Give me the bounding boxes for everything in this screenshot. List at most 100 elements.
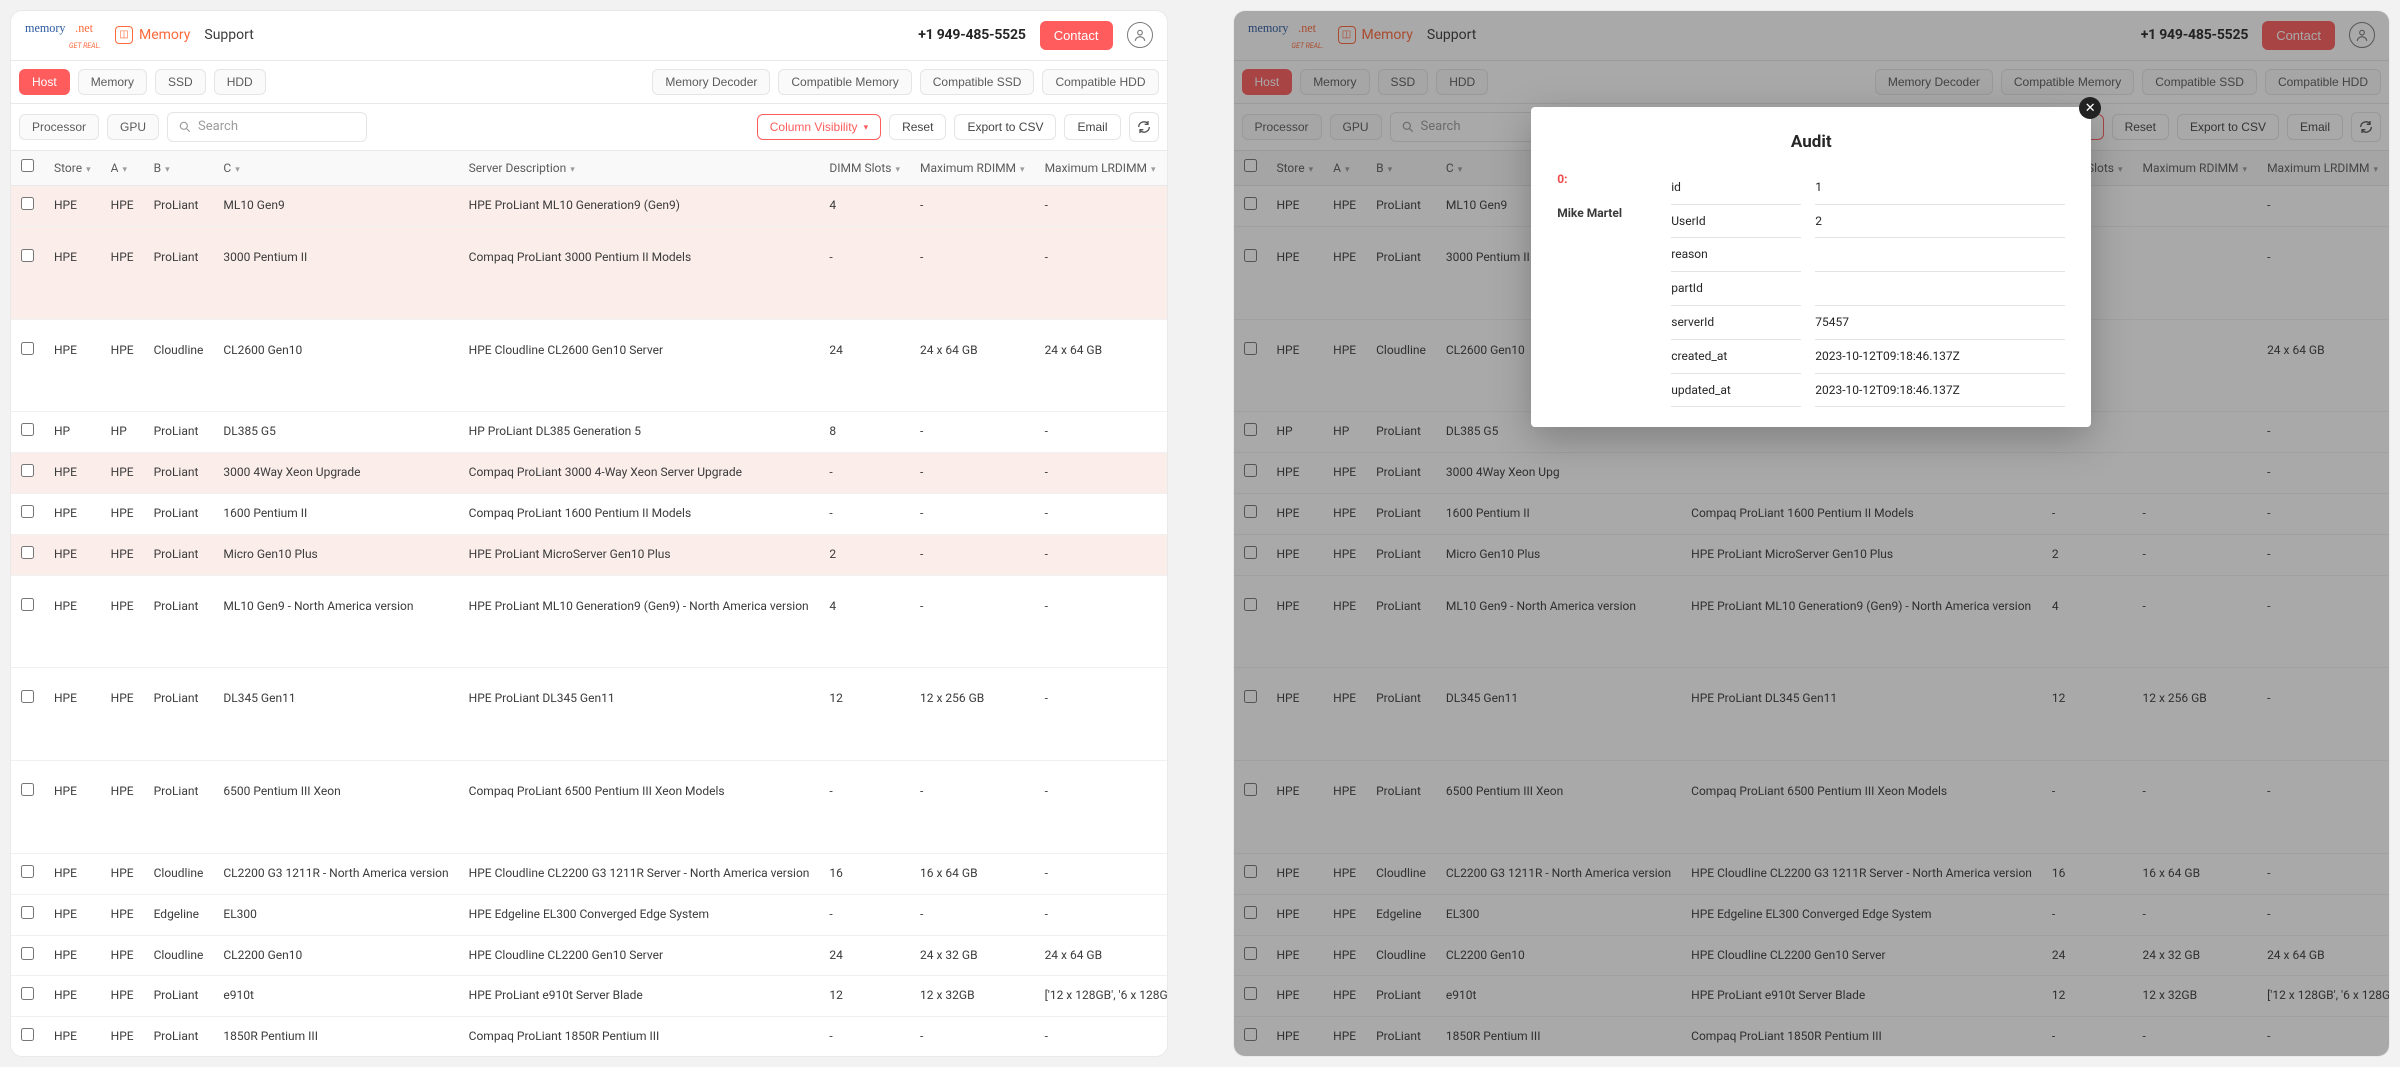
refresh-button[interactable] <box>1129 112 1159 142</box>
col-maximum-lrdimm[interactable]: Maximum LRDIMM <box>1035 151 1167 186</box>
col-maximum-rdimm[interactable]: Maximum RDIMM <box>910 151 1035 186</box>
tab-compatible-memory[interactable]: Compatible Memory <box>778 69 911 95</box>
table-row[interactable]: HPEHPEProLiant3000 Pentium IICompaq ProL… <box>11 227 1167 320</box>
column-visibility-button[interactable]: Column Visibility▾ <box>757 114 881 140</box>
category-toolbar: Host Memory SSD HDD Memory Decoder Compatibl… <box>11 61 1167 104</box>
table-row[interactable]: HPEHPECloudlineCL2200 G3 1211R - North A… <box>11 854 1167 895</box>
tab-memory-decoder[interactable]: Memory Decoder <box>652 69 770 95</box>
contact-button[interactable]: Contact <box>1040 21 1113 50</box>
tab-memory[interactable]: Memory <box>78 69 147 95</box>
refresh-icon <box>1136 119 1152 135</box>
audit-key: UserId <box>1671 205 1801 239</box>
row-checkbox[interactable] <box>21 546 34 559</box>
table-row[interactable]: HPEHPEProLiant1850R Pentium IIICompaq Pr… <box>11 1017 1167 1056</box>
cell-a: HPE <box>101 895 144 936</box>
cell-lr: ['12 x 128GB', '6 x 128GB', '12 x 64GB <box>1035 976 1167 1017</box>
row-checkbox[interactable] <box>21 598 34 611</box>
data-table[interactable]: StoreABCServer DescriptionDIMM SlotsMaxi… <box>11 151 1167 1056</box>
chevron-down-icon: ▾ <box>864 122 869 133</box>
cell-slots: - <box>819 1017 910 1056</box>
audit-modal: ✕ Audit 0:id1Mike MartelUserId2reasonpar… <box>1531 107 2091 427</box>
row-checkbox[interactable] <box>21 947 34 960</box>
cell-s: HPE <box>44 494 101 535</box>
col-b[interactable]: B <box>144 151 214 186</box>
cell-s: HPE <box>44 227 101 320</box>
table-row[interactable]: HPHPProLiantDL385 G5HP ProLiant DL385 Ge… <box>11 412 1167 453</box>
nav-memory[interactable]: ◫ Memory <box>115 26 190 46</box>
cell-slots: - <box>819 761 910 854</box>
cell-b: Cloudline <box>144 320 214 413</box>
cell-slots: - <box>819 453 910 494</box>
cell-desc: HPE ProLiant MicroServer Gen10 Plus <box>459 535 820 576</box>
row-checkbox[interactable] <box>21 865 34 878</box>
cell-slots: 8 <box>819 412 910 453</box>
cell-b: ProLiant <box>144 976 214 1017</box>
cell-b: Cloudline <box>144 854 214 895</box>
audit-key-values: 0:id1Mike MartelUserId2reasonpartIdserve… <box>1557 171 2065 408</box>
cell-c: 1850R Pentium III <box>213 1017 458 1056</box>
cell-a: HPE <box>101 227 144 320</box>
row-checkbox[interactable] <box>21 1028 34 1041</box>
cell-desc: HPE ProLiant ML10 Generation9 (Gen9) - N… <box>459 576 820 669</box>
cell-b: ProLiant <box>144 761 214 854</box>
cell-slots: 24 <box>819 936 910 977</box>
cell-rd: 24 x 64 GB <box>910 320 1035 413</box>
table-row[interactable]: HPEHPEProLiant6500 Pentium III XeonCompa… <box>11 761 1167 854</box>
table-row[interactable]: HPEHPEProLiant1600 Pentium IICompaq ProL… <box>11 494 1167 535</box>
cell-a: HPE <box>101 453 144 494</box>
nav-support[interactable]: Support <box>204 26 253 46</box>
cell-b: ProLiant <box>144 227 214 320</box>
table-row[interactable]: HPEHPEProLiante910tHPE ProLiant e910t Se… <box>11 976 1167 1017</box>
tab-processor[interactable]: Processor <box>19 114 99 140</box>
table-row[interactable]: HPEHPEProLiant3000 4Way Xeon UpgradeComp… <box>11 453 1167 494</box>
col-dimm-slots[interactable]: DIMM Slots <box>819 151 910 186</box>
cell-s: HPE <box>44 854 101 895</box>
tab-compatible-hdd[interactable]: Compatible HDD <box>1042 69 1158 95</box>
table-row[interactable]: HPEHPEProLiantML10 Gen9 - North America … <box>11 576 1167 669</box>
row-checkbox[interactable] <box>21 342 34 355</box>
search-input[interactable]: Search <box>167 112 367 142</box>
col-server-description[interactable]: Server Description <box>459 151 820 186</box>
email-button[interactable]: Email <box>1064 114 1120 140</box>
select-all-checkbox[interactable] <box>21 159 34 172</box>
cell-a: HPE <box>101 535 144 576</box>
tab-ssd[interactable]: SSD <box>155 69 206 95</box>
table-row[interactable]: HPEHPEProLiantDL345 Gen11HPE ProLiant DL… <box>11 668 1167 761</box>
row-checkbox[interactable] <box>21 197 34 210</box>
modal-scrim[interactable]: ✕ Audit 0:id1Mike MartelUserId2reasonpar… <box>1234 11 2390 1056</box>
cell-rd: 12 x 32GB <box>910 976 1035 1017</box>
tab-hdd[interactable]: HDD <box>214 69 266 95</box>
export-csv-button[interactable]: Export to CSV <box>954 114 1056 140</box>
table-row[interactable]: HPEHPECloudlineCL2600 Gen10HPE Cloudline… <box>11 320 1167 413</box>
row-checkbox[interactable] <box>21 987 34 1000</box>
cell-s: HPE <box>44 1017 101 1056</box>
row-checkbox[interactable] <box>21 249 34 262</box>
cell-c: ML10 Gen9 - North America version <box>213 576 458 669</box>
table-row[interactable]: HPEHPECloudlineCL2200 Gen10HPE Cloudline… <box>11 936 1167 977</box>
tab-compatible-ssd[interactable]: Compatible SSD <box>920 69 1035 95</box>
cell-a: HPE <box>101 576 144 669</box>
table-row[interactable]: HPEHPEEdgelineEL300HPE Edgeline EL300 Co… <box>11 895 1167 936</box>
audit-value <box>1815 238 2065 272</box>
row-checkbox[interactable] <box>21 783 34 796</box>
user-avatar[interactable] <box>1127 22 1153 48</box>
col-store[interactable]: Store <box>44 151 101 186</box>
tab-host[interactable]: Host <box>19 69 70 95</box>
row-checkbox[interactable] <box>21 690 34 703</box>
brand-logo[interactable]: memory.net GET REAL. <box>25 19 101 52</box>
row-checkbox[interactable] <box>21 906 34 919</box>
cell-b: Edgeline <box>144 895 214 936</box>
tab-gpu[interactable]: GPU <box>107 114 159 140</box>
table-row[interactable]: HPEHPEProLiantML10 Gen9HPE ProLiant ML10… <box>11 186 1167 227</box>
col-a[interactable]: A <box>101 151 144 186</box>
row-checkbox[interactable] <box>21 464 34 477</box>
reset-button[interactable]: Reset <box>889 114 946 140</box>
modal-close-button[interactable]: ✕ <box>2079 97 2101 119</box>
row-checkbox[interactable] <box>21 423 34 436</box>
row-checkbox[interactable] <box>21 505 34 518</box>
table-row[interactable]: HPEHPEProLiantMicro Gen10 PlusHPE ProLia… <box>11 535 1167 576</box>
phone-number[interactable]: +1 949-485-5525 <box>918 26 1026 46</box>
right-pane: memory.net GET REAL. ◫ Memory Support +1… <box>1233 10 2391 1057</box>
col-c[interactable]: C <box>213 151 458 186</box>
cell-s: HPE <box>44 668 101 761</box>
